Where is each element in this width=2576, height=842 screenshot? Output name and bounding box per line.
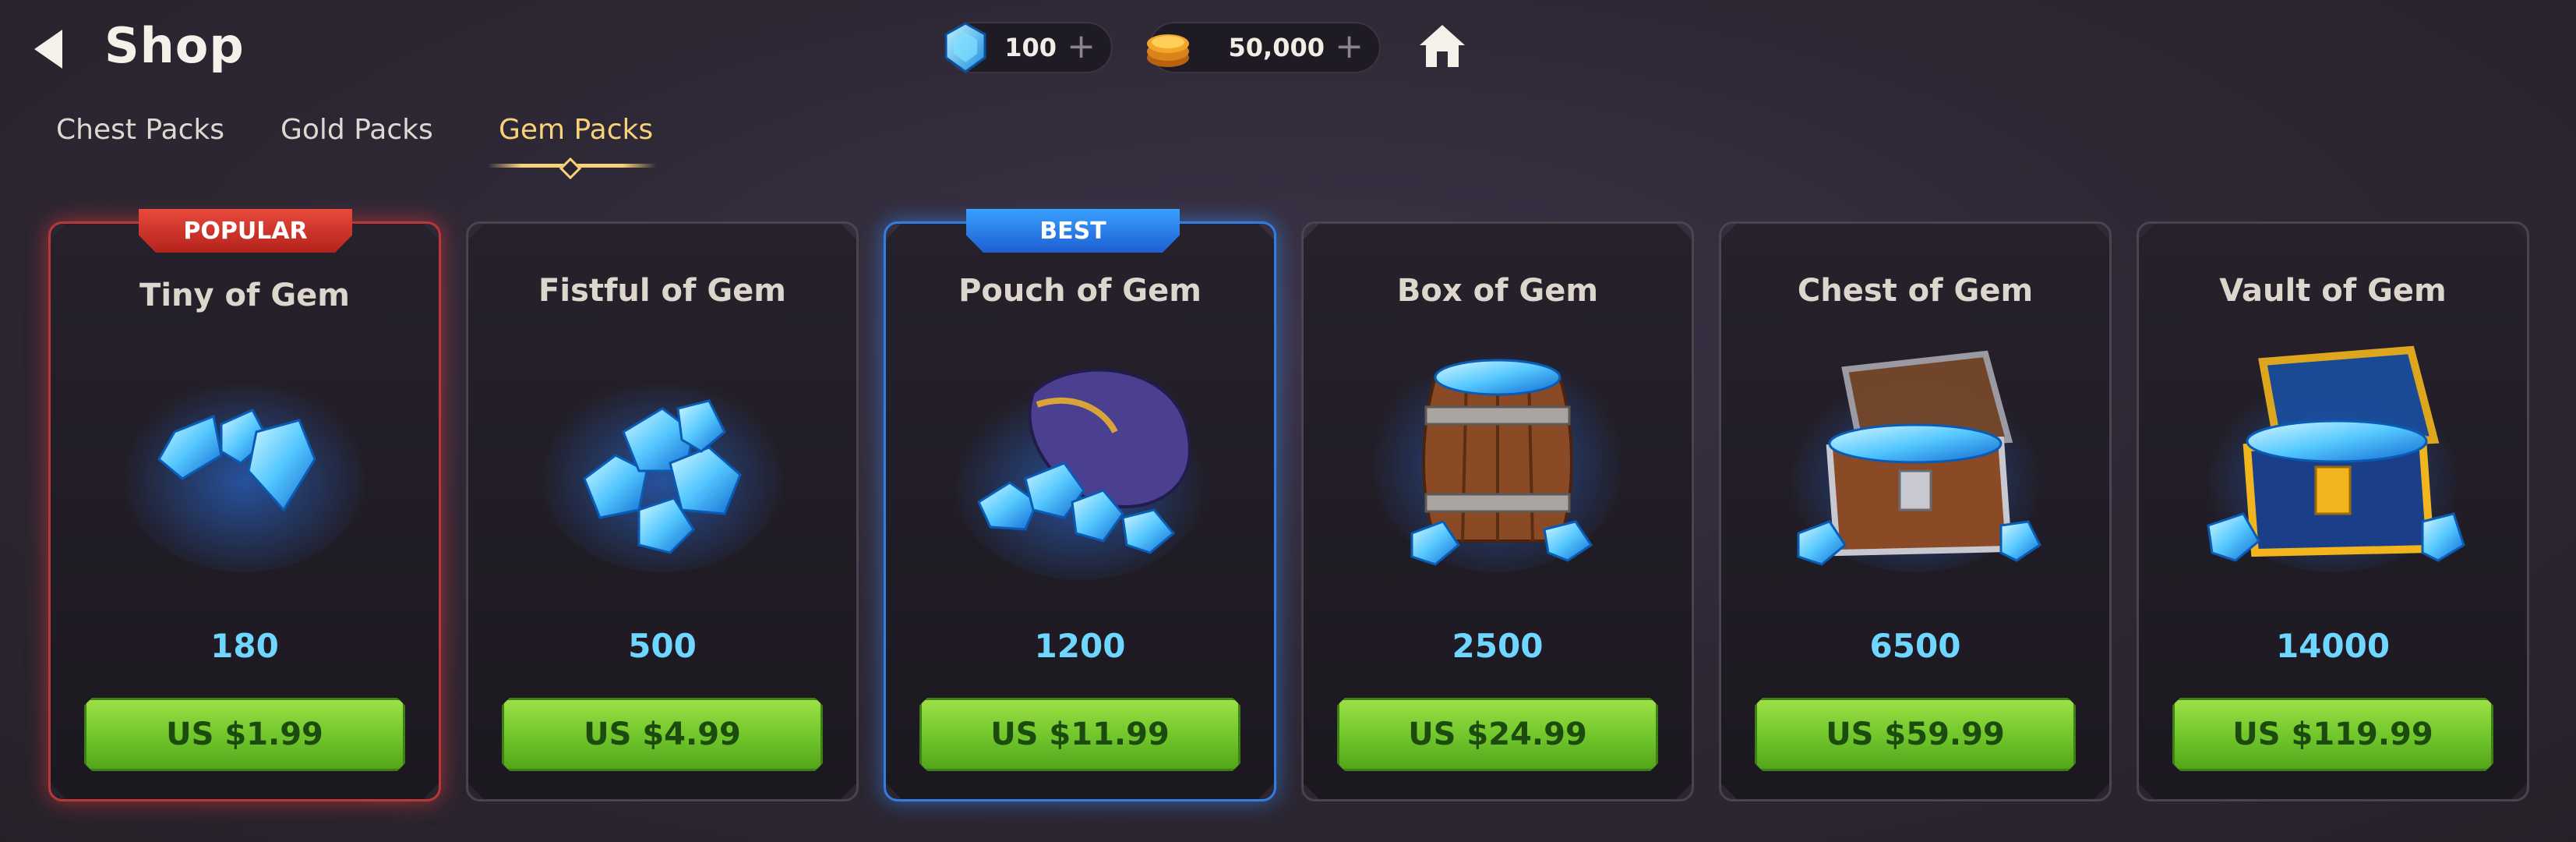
pack-title: Chest of Gem (1797, 273, 2034, 309)
gem-pile-tiny-icon (112, 323, 377, 580)
gem-icon (944, 22, 986, 73)
tab-chest-packs[interactable]: Chest Packs (56, 114, 224, 146)
gem-pack-card-vault: Vault of Gem 14000 US $119.99 (2137, 221, 2529, 801)
gem-pack-card-box: Box of Gem 2500 US $24.99 (1301, 221, 1694, 801)
pack-title: Box of Gem (1396, 273, 1599, 309)
home-icon[interactable] (1417, 22, 1468, 70)
buy-button[interactable]: US $11.99 (919, 698, 1240, 771)
gem-amount: 1200 (1034, 627, 1126, 665)
gem-pack-card-pouch: Pouch of Gem 1200 US $11.99 (884, 221, 1276, 801)
buy-button[interactable]: US $119.99 (2172, 698, 2493, 771)
gem-amount: 14000 (2275, 627, 2391, 665)
add-gems-button[interactable]: + (1067, 27, 1096, 66)
gem-barrel-icon (1365, 323, 1630, 580)
tab-gem-packs[interactable]: Gem Packs (499, 114, 653, 146)
buy-button[interactable]: US $4.99 (502, 698, 823, 771)
gold-count: 50,000 (1228, 33, 1325, 62)
gem-balance: 100 + (944, 22, 1113, 73)
page-title: Shop (104, 17, 245, 74)
buy-button[interactable]: US $24.99 (1337, 698, 1658, 771)
gem-chest-icon (1783, 323, 2048, 580)
popular-badge: POPULAR (139, 209, 352, 253)
gem-amount: 6500 (1869, 627, 1961, 665)
pack-title: Fistful of Gem (538, 273, 786, 309)
gem-pile-fistful-icon (530, 323, 795, 580)
gem-pack-card-tiny: Tiny of Gem 180 US $1.99 (48, 221, 441, 801)
gold-coin-icon (1147, 34, 1189, 67)
gem-amount: 180 (210, 627, 279, 665)
add-gold-button[interactable]: + (1335, 27, 1364, 66)
back-arrow-icon[interactable] (28, 27, 67, 72)
gem-amount: 500 (628, 627, 697, 665)
gem-vault-icon (2200, 323, 2465, 580)
tab-gold-packs[interactable]: Gold Packs (281, 114, 433, 146)
gem-pack-card-fistful: Fistful of Gem 500 US $4.99 (466, 221, 859, 801)
gem-amount: 2500 (1452, 627, 1544, 665)
gem-count: 100 (1004, 33, 1057, 62)
pack-title: Vault of Gem (2219, 273, 2447, 309)
buy-button[interactable]: US $59.99 (1755, 698, 2076, 771)
best-badge: BEST (966, 209, 1180, 253)
active-tab-marker (559, 157, 582, 180)
pack-title: Pouch of Gem (958, 273, 1202, 309)
gold-balance: 50,000 + (1147, 22, 1381, 73)
buy-button[interactable]: US $1.99 (84, 698, 405, 771)
gem-pouch-icon (947, 323, 1212, 580)
pack-title: Tiny of Gem (139, 278, 350, 313)
gem-pack-card-chest: Chest of Gem 6500 US $59.99 (1719, 221, 2112, 801)
